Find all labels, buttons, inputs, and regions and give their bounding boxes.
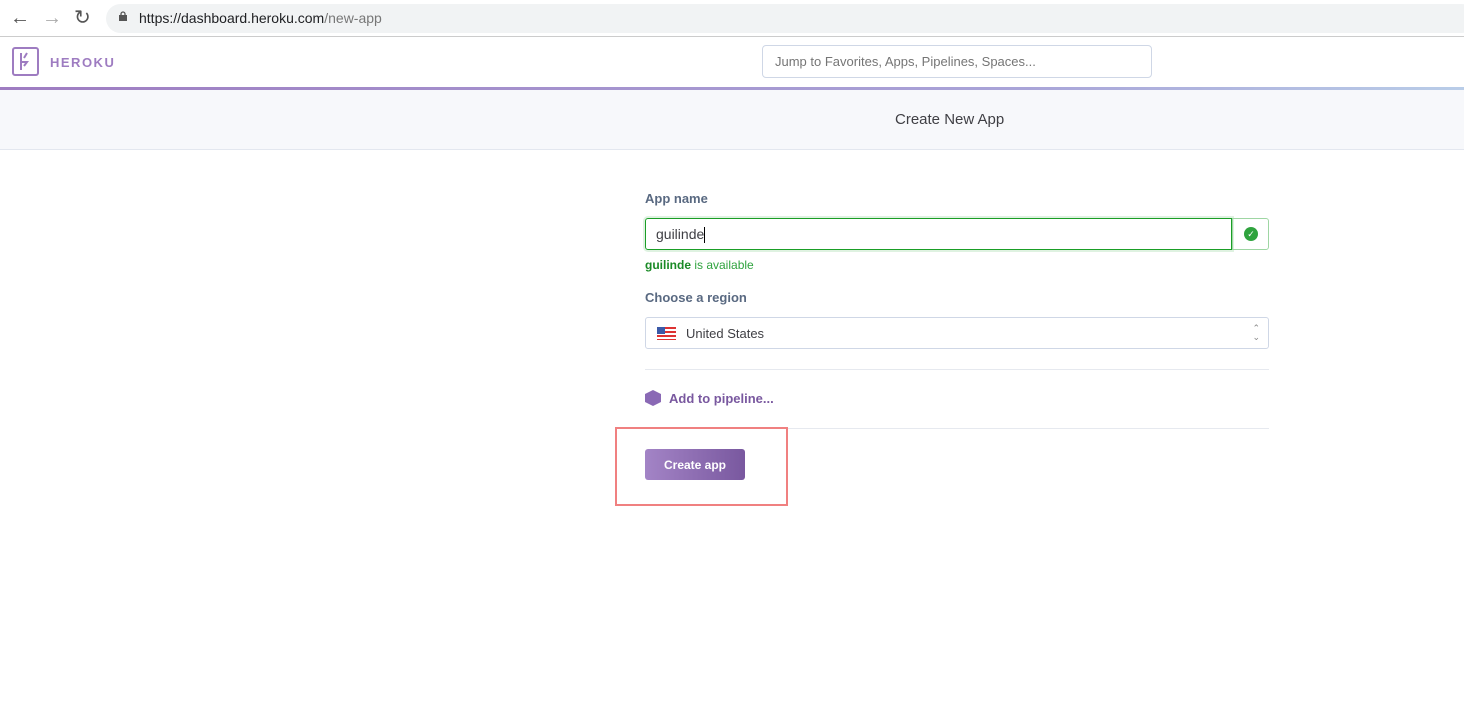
app-name-value: guilinde (656, 226, 705, 242)
url-path: /new-app (324, 10, 382, 26)
search-input[interactable] (762, 45, 1152, 78)
region-select[interactable]: United States ⌃ ⌄ (645, 317, 1269, 349)
validation-indicator: ✓ (1232, 218, 1269, 250)
url-text[interactable]: https://dashboard.heroku.com/new-app (139, 10, 382, 26)
divider (645, 369, 1269, 370)
brand-name[interactable]: HEROKU (50, 55, 115, 70)
app-name-label: App name (645, 191, 708, 206)
available-name: guilinde (645, 258, 691, 272)
highlight-box (615, 427, 788, 506)
forward-icon[interactable]: → (42, 8, 62, 28)
back-icon[interactable]: ← (10, 8, 30, 28)
app-header: HEROKU (0, 37, 1464, 87)
reload-icon[interactable]: ↻ (74, 8, 91, 28)
region-label: Choose a region (645, 290, 747, 305)
chevron-updown-icon: ⌃ ⌄ (1252, 323, 1260, 342)
pipeline-icon (645, 390, 661, 406)
heroku-logo-icon[interactable] (12, 47, 39, 76)
page-title: Create New App (895, 111, 1005, 128)
url-host: https://dashboard.heroku.com (139, 10, 325, 26)
region-value: United States (686, 326, 765, 341)
lock-icon (119, 11, 127, 21)
browser-toolbar: ← → ↻ https://dashboard.heroku.com/new-a… (0, 0, 1464, 37)
add-to-pipeline-link[interactable]: Add to pipeline... (645, 390, 774, 406)
app-name-input[interactable]: guilinde (645, 218, 1232, 250)
page-subheader: Create New App (0, 90, 1464, 150)
pipeline-link-text: Add to pipeline... (669, 390, 774, 406)
availability-text: is available (691, 258, 754, 272)
text-caret (704, 227, 706, 244)
check-circle-icon: ✓ (1244, 227, 1258, 241)
availability-message: guilinde is available (645, 258, 754, 272)
us-flag-icon (657, 327, 676, 340)
